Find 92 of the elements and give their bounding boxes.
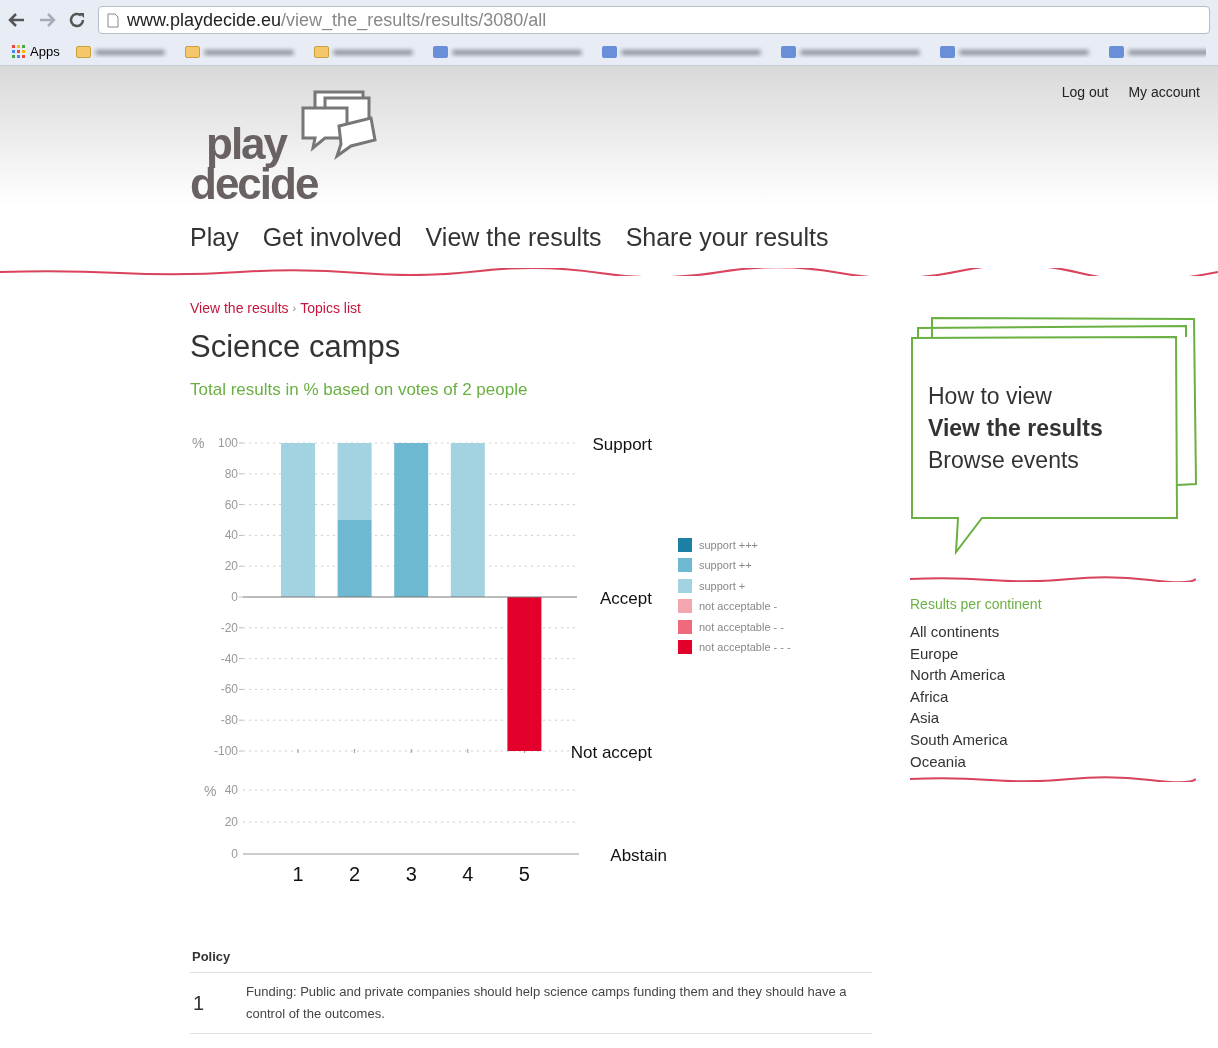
axis-unit-label: % — [192, 434, 205, 451]
policy-text: Funding: Public and private companies should help science camps funding them and they should have a control of the outcomes. — [246, 983, 848, 1023]
account-link[interactable]: Log out — [1061, 82, 1109, 103]
legend-swatch — [678, 599, 692, 614]
continent-link[interactable]: Africa — [910, 685, 949, 708]
axis-tick-label: 40 — [224, 527, 238, 542]
continent-link[interactable]: Asia — [910, 707, 940, 729]
continent-link[interactable]: All continents — [910, 621, 1000, 643]
axis-unit-label: % — [204, 782, 217, 799]
axis-tick-label: 60 — [224, 497, 238, 512]
reload-icon[interactable] — [68, 11, 86, 29]
tick-mark — [238, 719, 244, 721]
tick-mark — [238, 442, 244, 443]
legend-label: not acceptable - - — [699, 619, 784, 635]
tick-mark — [238, 750, 244, 751]
nav-link[interactable]: View the results — [425, 218, 602, 256]
legend-label: support +++ — [699, 537, 759, 553]
legend-label: support ++ — [699, 558, 752, 573]
legend-label: not acceptable - — [699, 599, 778, 614]
nav-link[interactable]: Share your results — [625, 218, 829, 256]
address-bar[interactable]: www.playdecide.eu/view_the_results/results/3080/all — [98, 6, 1210, 34]
axis-tick-label: 20 — [224, 558, 238, 573]
zone-label: Accept — [600, 588, 652, 608]
blurred-bookmark[interactable] — [75, 46, 165, 58]
tick-mark — [238, 657, 244, 659]
zone-label: Support — [592, 434, 652, 454]
category-label: 1 — [292, 862, 304, 885]
legend-label: not acceptable - - - — [699, 640, 791, 655]
tick-mark — [238, 534, 244, 536]
column-header: Policy — [190, 946, 872, 973]
tick-mark — [354, 748, 356, 753]
account-link[interactable]: My account — [1128, 82, 1200, 103]
legend-swatch — [678, 558, 692, 573]
category-label: 4 — [462, 862, 474, 885]
legend-swatch — [678, 619, 692, 634]
blurred-bookmark[interactable] — [313, 46, 413, 58]
tick-mark — [238, 596, 244, 597]
legend-swatch — [678, 578, 692, 593]
axis-tick-label: 40 — [224, 782, 238, 797]
tick-mark — [467, 748, 469, 753]
axis-tick-label: -60 — [220, 681, 238, 696]
legend-label: support + — [699, 578, 746, 594]
category-label: 5 — [518, 862, 530, 885]
axis-tick-label: 100 — [217, 435, 238, 450]
blurred-bookmark[interactable] — [939, 46, 1089, 58]
continent-link[interactable]: South America — [910, 728, 1008, 751]
axis-tick-label: -20 — [220, 620, 238, 635]
tick-mark — [410, 748, 412, 753]
page-title: Science camps — [190, 329, 402, 365]
continent-link[interactable]: Europe — [910, 642, 959, 665]
legend-swatch — [678, 537, 692, 552]
axis-tick-label: -80 — [220, 712, 238, 727]
logo[interactable]: play decide — [190, 124, 318, 204]
tick-mark — [297, 748, 299, 753]
section-heading: Results per continent — [910, 595, 1043, 614]
help-link[interactable]: How to view — [928, 380, 1103, 412]
continent-link[interactable]: North America — [910, 664, 1006, 686]
continent-link[interactable]: Oceania — [910, 750, 966, 773]
blurred-bookmark[interactable] — [780, 46, 920, 58]
blurred-bookmark[interactable] — [601, 46, 761, 58]
tick-mark — [238, 565, 244, 567]
axis-tick-label: -40 — [220, 651, 238, 666]
help-link[interactable]: View the results — [928, 412, 1103, 444]
tick-mark — [238, 472, 244, 474]
tick-mark — [238, 626, 244, 628]
breadcrumb-link[interactable]: View the results — [190, 298, 289, 319]
axis-tick-label: 80 — [224, 466, 238, 481]
breadcrumb-link[interactable]: Topics list — [300, 298, 361, 319]
category-label: 2 — [349, 862, 361, 885]
axis-tick-label: 0 — [231, 846, 238, 861]
blurred-bookmark[interactable] — [184, 46, 294, 58]
nav-link[interactable]: Play — [190, 218, 239, 256]
legend-swatch — [678, 640, 692, 655]
tick-mark — [238, 688, 244, 690]
help-link[interactable]: Browse events — [928, 444, 1103, 476]
nav-link[interactable]: Get involved — [262, 218, 402, 256]
axis-tick-label: 20 — [224, 814, 238, 829]
blurred-bookmark[interactable] — [432, 46, 582, 58]
zone-label: Abstain — [610, 845, 667, 865]
back-icon[interactable] — [8, 12, 26, 28]
page-icon — [107, 12, 119, 28]
axis-tick-label: 0 — [231, 589, 238, 604]
breadcrumb-separator: › — [292, 301, 297, 317]
results-summary: Total results in % based on votes of 2 people — [190, 379, 529, 401]
tick-mark — [238, 503, 244, 505]
bookmark-label[interactable]: Apps — [30, 42, 60, 62]
forward-icon[interactable] — [38, 12, 56, 28]
category-label: 3 — [405, 862, 417, 885]
row-number: 1 — [192, 991, 206, 1016]
axis-tick-label: -100 — [213, 743, 238, 758]
zone-label: Not accept — [570, 742, 652, 762]
apps-icon[interactable] — [12, 45, 26, 59]
